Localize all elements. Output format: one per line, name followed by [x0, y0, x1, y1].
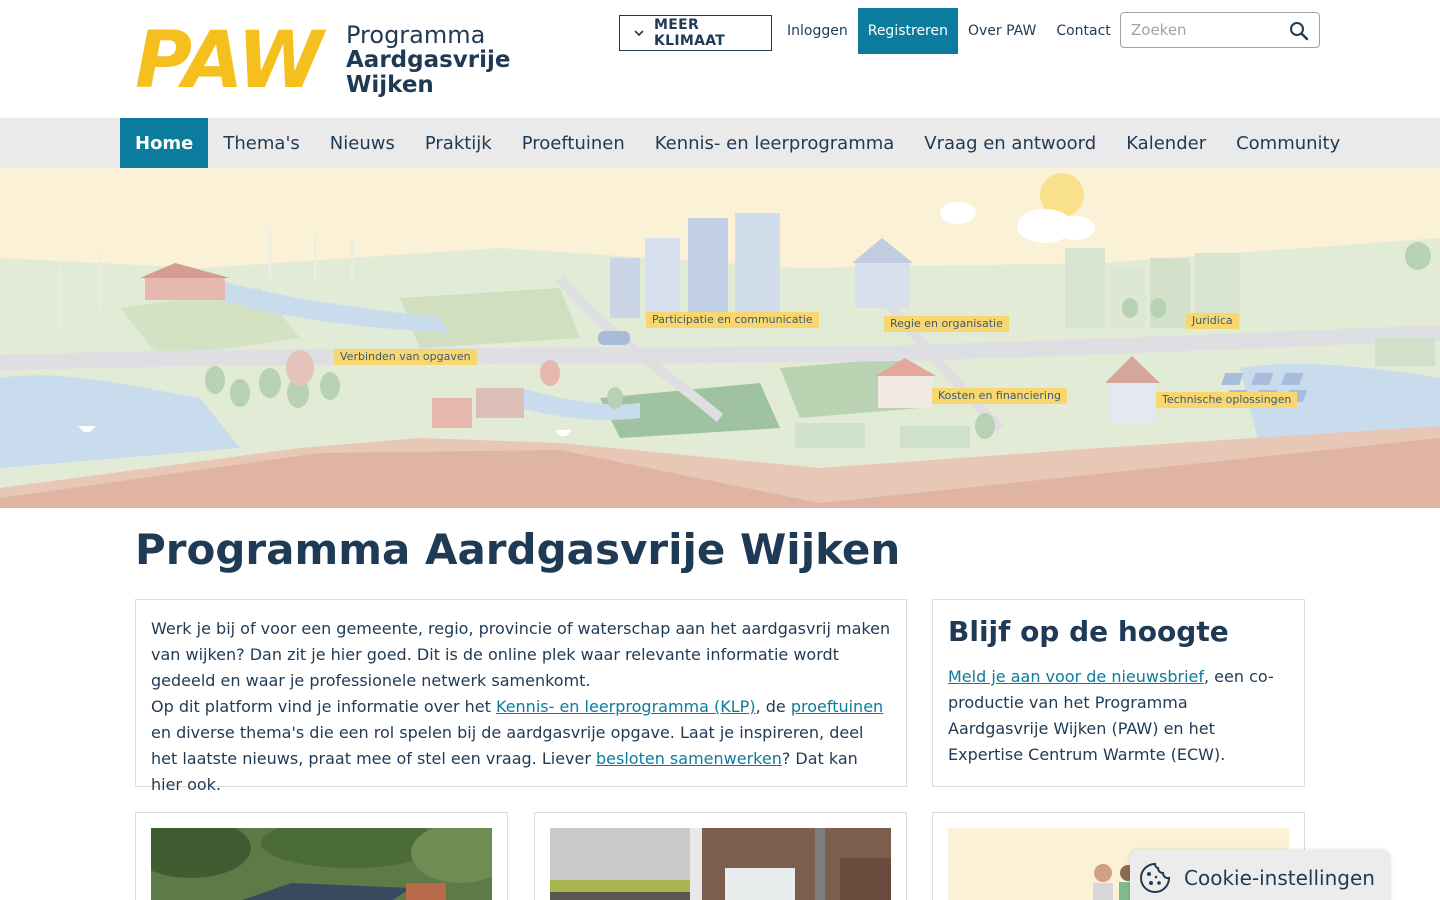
site-header: PAW Programma Aardgasvrije Wijken MEER K… [0, 0, 1440, 118]
newsletter-signup-link[interactable]: Meld je aan voor de nieuwsbrief [948, 667, 1204, 686]
search-input[interactable] [1131, 19, 1281, 41]
nav-item-community[interactable]: Community [1221, 118, 1355, 168]
article-card-1[interactable] [135, 812, 508, 900]
page-title: Programma Aardgasvrije Wijken [135, 525, 901, 574]
logo-line-aardgasvrije: Aardgasvrije [346, 47, 511, 73]
intro-card: Werk je bij of voor een gemeente, regio,… [135, 599, 907, 794]
nav-item-kennis-en-leerprogramma[interactable]: Kennis- en leerprogramma [640, 118, 910, 168]
nav-item-praktijk[interactable]: Praktijk [410, 118, 507, 168]
intro-text-a: Op dit platform vind je informatie over … [151, 697, 496, 716]
hero-label-kosten[interactable]: Kosten en financiering [932, 388, 1067, 404]
hero-label-participatie[interactable]: Participatie en communicatie [646, 312, 819, 328]
hero-label-regie[interactable]: Regie en organisatie [884, 316, 1009, 332]
hero-map-svg [0, 168, 1440, 508]
paw-logo[interactable]: PAW Programma Aardgasvrije Wijken [135, 22, 515, 102]
logo-text: Programma Aardgasvrije Wijken [346, 22, 511, 98]
nav-item-vraag-en-antwoord[interactable]: Vraag en antwoord [909, 118, 1111, 168]
chevron-down-icon [634, 26, 644, 40]
cookie-settings-button[interactable]: Cookie-instellingen [1130, 850, 1390, 900]
main-nav: Home Thema's Nieuws Praktijk Proeftuinen Kenn… [0, 118, 1440, 168]
meer-klimaat-label: MEER KLIMAAT [654, 17, 726, 49]
login-link[interactable]: Inloggen [777, 8, 858, 54]
top-links: MEER KLIMAAT Inloggen Registreren Over P… [619, 8, 1121, 54]
newsletter-text: Meld je aan voor de nieuwsbrief, een co-… [948, 664, 1289, 768]
article-image-2[interactable] [550, 828, 891, 900]
cookie-settings-label: Cookie-instellingen [1184, 866, 1375, 890]
nav-item-thema-s[interactable]: Thema's [208, 118, 314, 168]
article-card-2[interactable] [534, 812, 907, 900]
main-nav-items: Home Thema's Nieuws Praktijk Proeftuinen Kenn… [120, 118, 1355, 168]
nav-item-proeftuinen[interactable]: Proeftuinen [507, 118, 640, 168]
besloten-samenwerken-link[interactable]: besloten samenwerken [596, 749, 782, 768]
logo-mark: PAW [135, 16, 323, 106]
intro-text-b: , de [755, 697, 791, 716]
nav-item-kalender[interactable]: Kalender [1111, 118, 1221, 168]
intro-paragraph-2: Op dit platform vind je informatie over … [151, 694, 891, 798]
meer-klimaat-button[interactable]: MEER KLIMAAT [619, 15, 772, 51]
contact-link[interactable]: Contact [1046, 8, 1120, 54]
over-paw-link[interactable]: Over PAW [958, 8, 1046, 54]
newsletter-title: Blijf op de hoogte [948, 615, 1229, 648]
logo-line-wijken: Wijken [346, 72, 434, 98]
search-icon[interactable] [1289, 21, 1309, 41]
nav-item-nieuws[interactable]: Nieuws [315, 118, 410, 168]
hero-label-technische[interactable]: Technische oplossingen [1156, 392, 1298, 408]
logo-line-programma: Programma [346, 21, 486, 49]
intro-paragraph-1: Werk je bij of voor een gemeente, regio,… [151, 619, 891, 690]
article-image-1[interactable] [151, 828, 492, 900]
hero-label-juridica[interactable]: Juridica [1186, 313, 1239, 329]
hero-illustration: Participatie en communicatie Regie en or… [0, 168, 1440, 508]
cookie-icon [1140, 862, 1171, 893]
klp-link[interactable]: Kennis- en leerprogramma (KLP) [496, 697, 756, 716]
nav-item-home[interactable]: Home [120, 118, 209, 168]
hero-label-verbinden[interactable]: Verbinden van opgaven [334, 349, 477, 365]
search-box [1120, 12, 1320, 48]
newsletter-card: Blijf op de hoogte Meld je aan voor de n… [932, 599, 1305, 787]
proeftuinen-link[interactable]: proeftuinen [791, 697, 883, 716]
register-button[interactable]: Registreren [857, 8, 958, 54]
